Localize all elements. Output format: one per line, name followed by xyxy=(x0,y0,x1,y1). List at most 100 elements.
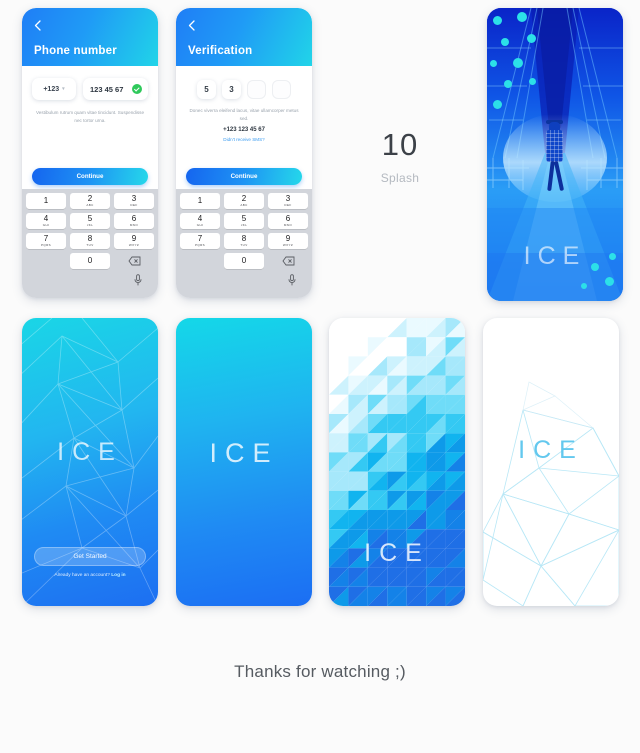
code-input-2[interactable]: 3 xyxy=(222,80,241,99)
keypad-grid: 1 2 ABC 3 DEF 4 GHI 5 JKL 6 MNO 7 PQRS 8 TUV 9 WXYZ xyxy=(26,193,154,249)
code-input-1[interactable]: 5 xyxy=(197,80,216,99)
resend-sms-link[interactable]: Didn't receive SMS? xyxy=(176,133,312,142)
card-wordmark: ICE xyxy=(518,436,584,464)
keypad-letters: ABC xyxy=(240,202,248,207)
person-silhouette xyxy=(542,116,568,196)
phone-input-row: +123 ▾ 123 45 67 xyxy=(22,66,158,100)
keypad-digit: 0 xyxy=(87,256,93,265)
keypad-key-2[interactable]: 2 ABC xyxy=(224,193,264,209)
person-legs xyxy=(549,161,561,191)
keypad-key-0[interactable]: 0 xyxy=(224,253,264,269)
keypad-key-3[interactable]: 3 DEF xyxy=(114,193,154,209)
chevron-left-icon[interactable] xyxy=(34,20,44,31)
keypad-key-9[interactable]: 9 WXYZ xyxy=(114,233,154,249)
screen-verification: Verification 53 Donec viverra eleifend l… xyxy=(176,8,312,298)
phone-screen-header: Phone number xyxy=(22,8,158,66)
keypad-letters: JKL xyxy=(240,222,248,227)
code-input-4[interactable] xyxy=(272,80,291,99)
keypad-key-1[interactable]: 1 xyxy=(26,193,66,209)
splash-number: 10 xyxy=(381,126,419,162)
continue-button[interactable]: Continue xyxy=(32,168,148,185)
card-onboarding-get-started: ICE Get Started Already have an account?… xyxy=(22,318,158,606)
card-photo-bridge: ICE xyxy=(487,8,623,301)
country-code-value: +123 xyxy=(43,85,60,93)
person-plaid-shirt xyxy=(546,130,563,162)
keypad-letters: WXYZ xyxy=(128,242,140,247)
keypad-key-6[interactable]: 6 MNO xyxy=(268,213,308,229)
keypad-letters: MNO xyxy=(283,222,293,227)
keypad-key-4[interactable]: 4 GHI xyxy=(180,213,220,229)
keypad-letters: DEF xyxy=(130,202,138,207)
verify-screen-header: Verification xyxy=(176,8,312,66)
card-plain-gradient: ICE xyxy=(176,318,312,606)
keypad-digit: 1 xyxy=(197,196,203,205)
keypad-letters: PQRS xyxy=(40,242,52,247)
verification-code-inputs: 53 xyxy=(176,66,312,99)
card-triangle-mosaic: ICE xyxy=(329,318,465,606)
check-circle-icon xyxy=(132,84,142,94)
keypad-letters: WXYZ xyxy=(282,242,294,247)
verify-hint-text: Donec viverra eleifend lacus, vitae ulla… xyxy=(189,108,299,122)
verify-phone-number: +123 123 45 67 xyxy=(223,126,265,133)
keypad-digit: 1 xyxy=(43,196,49,205)
keypad-key-3[interactable]: 3 DEF xyxy=(268,193,308,209)
keypad-letters: GHI xyxy=(196,222,204,227)
phone-number-value: 123 45 67 xyxy=(90,84,124,94)
code-input-3[interactable] xyxy=(247,80,266,99)
country-code-select[interactable]: +123 ▾ xyxy=(32,78,76,100)
numeric-keypad-verify: 1 2 ABC 3 DEF 4 GHI 5 JKL 6 MNO 7 PQRS 8 TUV 9 WXYZ 0 xyxy=(176,189,312,298)
keypad-key-5[interactable]: 5 JKL xyxy=(224,213,264,229)
continue-button[interactable]: Continue xyxy=(186,168,302,185)
keypad-key-5[interactable]: 5 JKL xyxy=(70,213,110,229)
login-link[interactable]: Log in xyxy=(111,573,125,578)
design-showcase-canvas: Phone number +123 ▾ 123 45 67 Vestibulum… xyxy=(0,0,640,753)
microphone-icon[interactable] xyxy=(26,269,154,286)
keypad-key-7[interactable]: 7 PQRS xyxy=(180,233,220,249)
splash-section-label: 10 Splash xyxy=(330,8,470,303)
backspace-icon[interactable] xyxy=(114,253,154,269)
phone-screen-body: +123 ▾ 123 45 67 Vestibulum rutrum quam … xyxy=(22,66,158,166)
keypad-letters: GHI xyxy=(42,222,50,227)
keypad-key-9[interactable]: 9 WXYZ xyxy=(268,233,308,249)
verify-screen-body: 53 Donec viverra eleifend lacus, vitae u… xyxy=(176,66,312,166)
keypad-spacer xyxy=(26,253,66,269)
card-white-wireframe: ICE xyxy=(483,318,619,606)
decorative-dots-top xyxy=(487,8,557,128)
keypad-key-2[interactable]: 2 ABC xyxy=(70,193,110,209)
keypad-bottom-row: 0 xyxy=(26,253,154,269)
keypad-key-4[interactable]: 4 GHI xyxy=(26,213,66,229)
get-started-button[interactable]: Get Started xyxy=(34,547,146,566)
card-wordmark: ICE xyxy=(57,438,123,466)
keypad-key-1[interactable]: 1 xyxy=(180,193,220,209)
keypad-letters: TUV xyxy=(240,242,248,247)
keypad-spacer xyxy=(180,253,220,269)
numeric-keypad-phone: 1 2 ABC 3 DEF 4 GHI 5 JKL 6 MNO 7 PQRS 8 TUV 9 WXYZ 0 xyxy=(22,189,158,298)
microphone-icon[interactable] xyxy=(180,269,308,286)
keypad-letters: JKL xyxy=(86,222,94,227)
account-prompt-text: Already have an account? xyxy=(54,573,110,578)
splash-caption: Splash xyxy=(380,170,420,185)
verify-continue-wrap: Continue xyxy=(176,168,312,185)
keypad-letters: TUV xyxy=(86,242,94,247)
phone-continue-wrap: Continue xyxy=(22,168,158,185)
screen-phone-number: Phone number +123 ▾ 123 45 67 Vestibulum… xyxy=(22,8,158,298)
keypad-key-6[interactable]: 6 MNO xyxy=(114,213,154,229)
keypad-key-8[interactable]: 8 TUV xyxy=(70,233,110,249)
chevron-left-icon[interactable] xyxy=(188,20,198,31)
footer-thanks-text: Thanks for watching ;) xyxy=(234,662,406,681)
keypad-letters: PQRS xyxy=(194,242,206,247)
card-wordmark: ICE xyxy=(209,438,279,468)
phone-screen-title: Phone number xyxy=(34,45,117,57)
photo-wordmark: ICE xyxy=(523,242,587,270)
phone-number-input[interactable]: 123 45 67 xyxy=(83,78,148,100)
onboarding-actions: Get Started Already have an account? Log… xyxy=(34,547,146,578)
keypad-key-0[interactable]: 0 xyxy=(70,253,110,269)
backspace-icon[interactable] xyxy=(268,253,308,269)
verify-screen-title: Verification xyxy=(188,45,253,57)
bridge-photo: ICE xyxy=(487,8,623,301)
keypad-key-8[interactable]: 8 TUV xyxy=(224,233,264,249)
card-wordmark: ICE xyxy=(364,539,430,567)
keypad-grid: 1 2 ABC 3 DEF 4 GHI 5 JKL 6 MNO 7 PQRS 8 TUV 9 WXYZ xyxy=(180,193,308,249)
login-prompt: Already have an account? Log in xyxy=(34,573,146,578)
keypad-key-7[interactable]: 7 PQRS xyxy=(26,233,66,249)
